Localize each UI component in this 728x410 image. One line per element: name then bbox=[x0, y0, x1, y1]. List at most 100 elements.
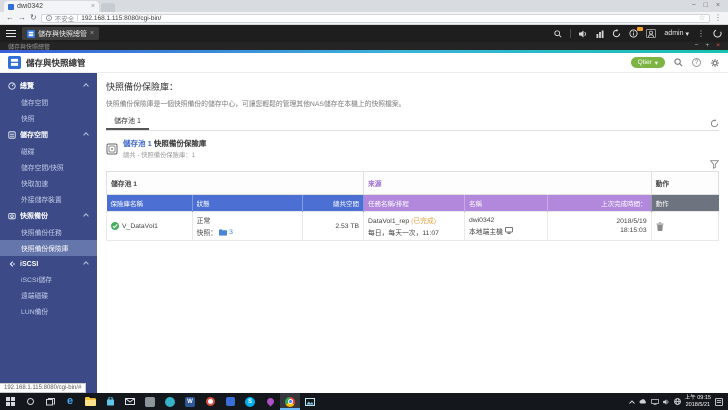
snapshot-count-link[interactable]: 3 bbox=[229, 229, 233, 236]
section-label: 快照備份 bbox=[20, 213, 48, 220]
section-label: iSCSI bbox=[20, 260, 39, 268]
taskbar-search-icon[interactable] bbox=[20, 393, 40, 410]
sidebar-item-lun-backup[interactable]: LUN備份 bbox=[0, 303, 97, 319]
status-ok-icon bbox=[111, 222, 119, 230]
notification-badge bbox=[637, 27, 644, 31]
taskbar-app-blue-icon[interactable] bbox=[220, 393, 240, 410]
col-last-completed[interactable]: 上次完成時間： bbox=[547, 194, 652, 212]
taskbar-app-gray-icon[interactable] bbox=[140, 393, 160, 410]
site-info-icon[interactable] bbox=[45, 15, 52, 21]
taskbar-photos-icon[interactable] bbox=[300, 393, 320, 410]
chevron-up-icon[interactable] bbox=[83, 83, 89, 89]
tray-volume-icon[interactable] bbox=[662, 398, 670, 405]
taskbar-chrome-icon[interactable] bbox=[280, 393, 300, 410]
settings-gear-icon[interactable] bbox=[710, 58, 720, 68]
qts-maximize-button[interactable]: + bbox=[705, 42, 709, 50]
action-center-icon[interactable] bbox=[715, 397, 723, 406]
main-content: 快照備份保險庫： 快照備份保險庫是一個快照備份的儲存中心，可讓您輕鬆的管理其他N… bbox=[97, 73, 728, 393]
sidebar-item-cache-acceleration[interactable]: 快取加速 bbox=[0, 175, 97, 191]
snapshot-folder-icon[interactable] bbox=[219, 228, 228, 236]
tray-chevron-up-icon[interactable] bbox=[628, 399, 635, 404]
tray-display-icon[interactable] bbox=[650, 398, 659, 405]
sidebar-section-snapshot-backup[interactable]: 快照備份 bbox=[0, 207, 97, 224]
sidebar-item-snapshot[interactable]: 快照 bbox=[0, 110, 97, 126]
app-body: 總覽 儲存空間 快照 儲存空間 磁碟 儲存空間/快照 快取加速 外接儲存裝置 快… bbox=[0, 73, 728, 393]
start-button[interactable] bbox=[0, 393, 20, 410]
chevron-up-icon[interactable] bbox=[83, 132, 89, 138]
notifications-icon[interactable] bbox=[629, 27, 644, 38]
bookmark-star-icon[interactable]: ☆ bbox=[699, 14, 705, 22]
qtier-button[interactable]: Qtier ▾ bbox=[630, 57, 665, 68]
qts-minimize-button[interactable]: − bbox=[695, 42, 699, 50]
new-tab-button[interactable] bbox=[101, 3, 115, 12]
sidebar-item-storage-space[interactable]: 儲存空間 bbox=[0, 94, 97, 110]
col-action[interactable]: 動作 bbox=[651, 194, 719, 212]
taskbar-clock[interactable]: 上午 09:15 2018/5/21 bbox=[685, 395, 711, 409]
taskbar-word-icon[interactable]: W bbox=[180, 393, 200, 410]
dashboard-icon[interactable] bbox=[713, 29, 722, 38]
sidebar-item-disks[interactable]: 磁碟 bbox=[0, 143, 97, 159]
sidebar-section-storage[interactable]: 儲存空間 bbox=[0, 126, 97, 143]
taskbar-app-teal-icon[interactable] bbox=[160, 393, 180, 410]
task-view-icon[interactable] bbox=[40, 393, 60, 410]
user-menu[interactable]: admin ▾ bbox=[664, 30, 689, 38]
chevron-up-icon[interactable] bbox=[83, 213, 89, 219]
qts-close-button[interactable]: × bbox=[716, 42, 720, 50]
browser-tab[interactable]: dwi0342 × bbox=[4, 1, 99, 12]
taskbar-app-ring-icon[interactable] bbox=[200, 393, 220, 410]
address-bar[interactable]: 不安全 192.168.1.115:8080/cgi-bin/ ☆ bbox=[40, 13, 710, 23]
taskbar-skype-icon[interactable]: S bbox=[240, 393, 260, 410]
taskbar-edge-icon[interactable]: e bbox=[60, 393, 80, 410]
taskbar-file-explorer-icon[interactable] bbox=[80, 393, 100, 410]
task-name: DataVol1_rep bbox=[368, 218, 410, 225]
tab-storage-pool-1[interactable]: 儲存池 1 bbox=[106, 114, 149, 130]
taskbar-mail-icon[interactable] bbox=[120, 393, 140, 410]
browser-menu-icon[interactable]: ⋮ bbox=[714, 14, 722, 22]
taskbar-store-icon[interactable] bbox=[100, 393, 120, 410]
col-source-name[interactable]: 名稱 bbox=[464, 194, 548, 212]
reload-button[interactable]: ↻ bbox=[30, 14, 37, 22]
sidebar-section-overview[interactable]: 總覽 bbox=[0, 77, 97, 94]
tray-cloud-icon[interactable] bbox=[639, 399, 647, 404]
taskbar-maps-pin-icon[interactable] bbox=[260, 393, 280, 410]
browser-minimize-button[interactable]: − bbox=[692, 2, 696, 9]
content-search-icon[interactable] bbox=[674, 58, 683, 67]
forward-button[interactable]: → bbox=[18, 14, 26, 22]
help-icon[interactable]: ? bbox=[692, 58, 701, 67]
sidebar-item-remote-disk[interactable]: 遠端磁碟 bbox=[0, 287, 97, 303]
col-status[interactable]: 狀態 bbox=[192, 194, 303, 212]
resource-monitor-icon[interactable] bbox=[596, 30, 604, 38]
sidebar-item-storage-snapshot[interactable]: 儲存空間/快照 bbox=[0, 159, 97, 175]
sidebar-item-snapshot-replica[interactable]: 快照備份任務 bbox=[0, 224, 97, 240]
user-avatar-icon[interactable] bbox=[646, 29, 657, 38]
chevron-up-icon[interactable] bbox=[83, 261, 89, 267]
table-group-row: 儲存池 1 來源 動作 bbox=[105, 171, 720, 195]
col-task-schedule[interactable]: 任務名稱/排程 bbox=[363, 194, 465, 212]
filter-funnel-icon[interactable] bbox=[710, 160, 719, 169]
col-total-size[interactable]: 總共空間 bbox=[302, 194, 365, 212]
qts-app-tab[interactable]: 儲存與快照總管 × bbox=[22, 27, 100, 40]
panel-title-pool: 儲存池 1 bbox=[123, 139, 152, 148]
more-options-icon[interactable]: ⋮ bbox=[697, 29, 705, 38]
table-row[interactable]: V_DataVol1 正常 快照： 3 2.53 TB DataVol1_rep… bbox=[106, 211, 720, 241]
tray-network-icon[interactable] bbox=[673, 398, 681, 405]
main-menu-icon[interactable] bbox=[6, 29, 16, 38]
col-vault-name[interactable]: 保險庫名稱 bbox=[106, 194, 193, 212]
sidebar-item-external-storage[interactable]: 外接儲存裝置 bbox=[0, 191, 97, 207]
sidebar-item-iscsi-storage[interactable]: iSCSI儲存 bbox=[0, 271, 97, 287]
browser-close-button[interactable]: × bbox=[716, 2, 720, 9]
search-icon[interactable] bbox=[554, 29, 562, 38]
refresh-icon[interactable] bbox=[710, 119, 719, 128]
screen: dwi0342 × − □ × ← → ↻ 不安全 192.168.1.115:… bbox=[0, 0, 728, 410]
volume-icon[interactable] bbox=[579, 30, 588, 38]
delete-trash-icon[interactable] bbox=[656, 221, 664, 231]
background-tasks-icon[interactable] bbox=[612, 29, 621, 38]
browser-maximize-button[interactable]: □ bbox=[704, 2, 708, 9]
tab-close-icon[interactable]: × bbox=[91, 3, 95, 10]
qts-tab-close-icon[interactable]: × bbox=[90, 30, 94, 37]
sidebar-item-snapshot-vault[interactable]: 快照備份保險庫 bbox=[0, 240, 97, 256]
qts-app-tab-label: 儲存與快照總管 bbox=[38, 30, 87, 38]
sidebar-section-iscsi[interactable]: iSCSI bbox=[0, 256, 97, 271]
last-completed-time: 18:15:03 bbox=[620, 227, 647, 234]
back-button[interactable]: ← bbox=[6, 14, 14, 22]
